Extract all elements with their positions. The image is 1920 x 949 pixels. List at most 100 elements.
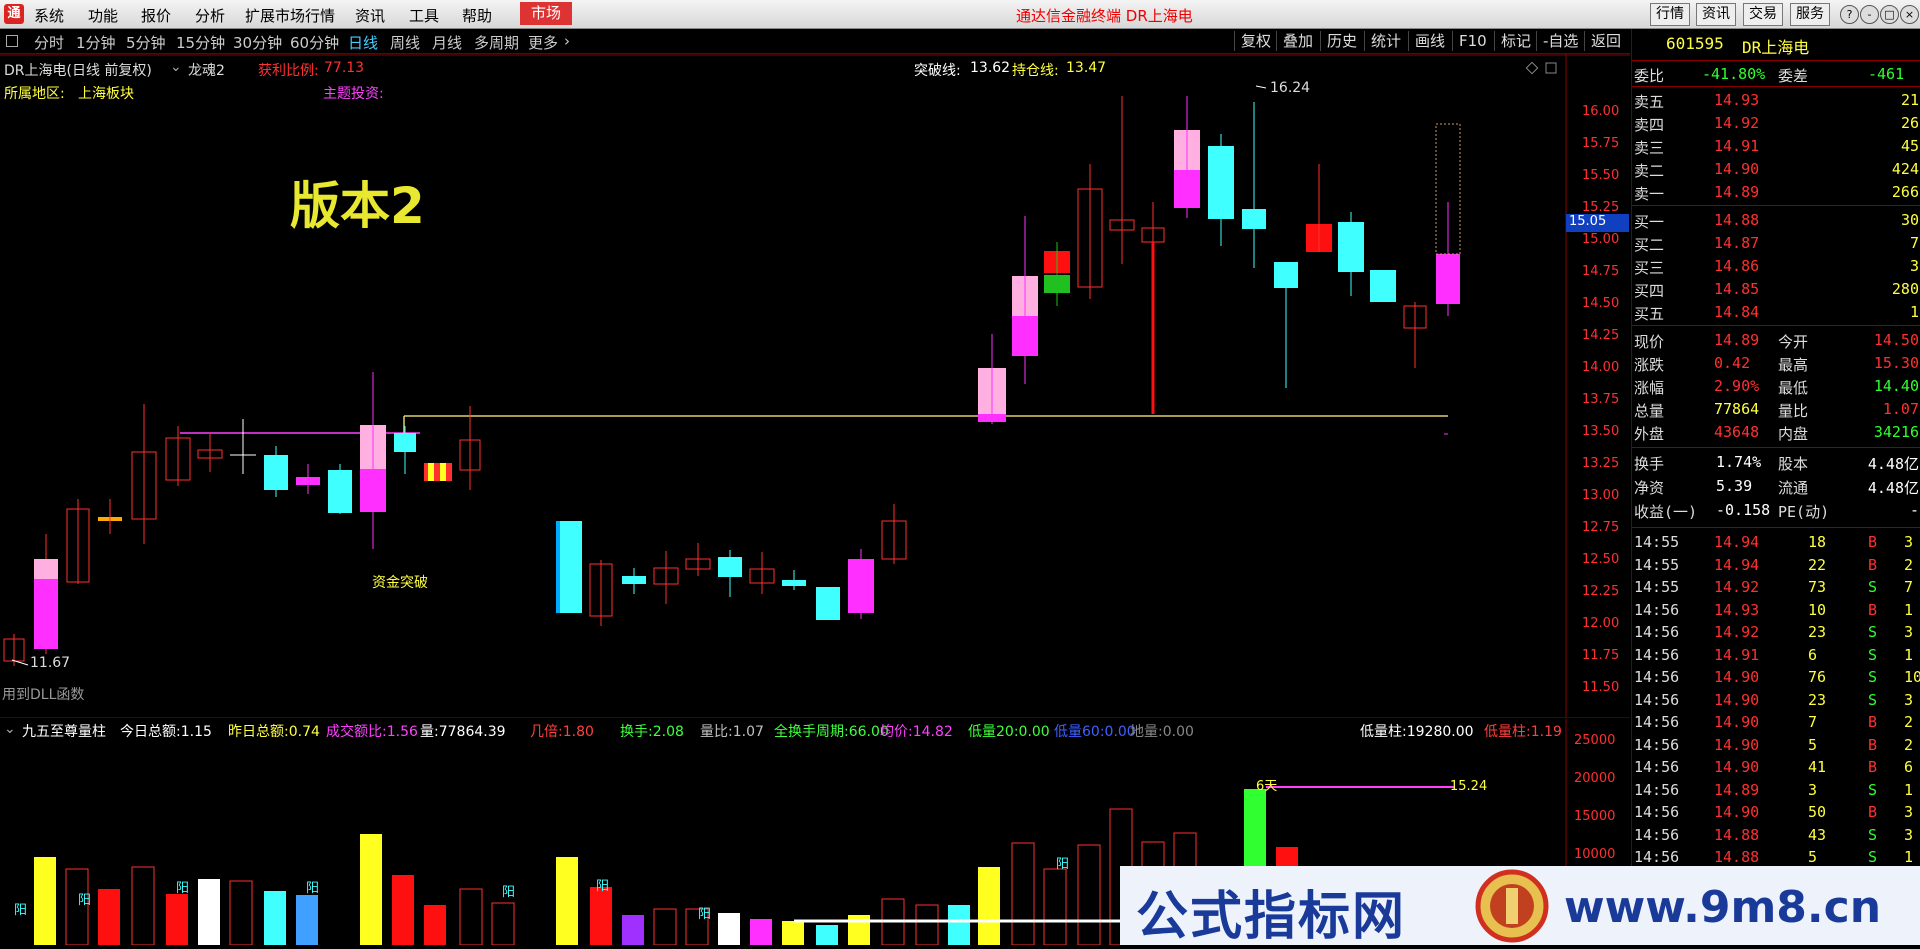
tick-volume: 76: [1808, 668, 1827, 686]
formula-chevron-icon[interactable]: ⌄: [170, 59, 182, 75]
price-tick: 11.50: [1582, 680, 1620, 695]
period-tab-30min[interactable]: 30分钟: [233, 32, 282, 53]
stat-label: 换手: [1634, 455, 1665, 473]
bid-price: 14.85: [1714, 280, 1760, 298]
volume-tick: 10000: [1574, 847, 1616, 862]
tick-side: B: [1868, 713, 1878, 731]
period-tab-fenshi[interactable]: 分时: [34, 32, 64, 53]
breakout-value: 13.62: [970, 60, 1011, 76]
stat-row: 外盘 43648 内盘 34216: [1632, 421, 1920, 443]
market-button[interactable]: 市场: [520, 2, 572, 25]
menu-item-news[interactable]: 资讯: [355, 5, 385, 26]
menu-item-analysis[interactable]: 分析: [195, 5, 225, 26]
help-icon[interactable]: ?: [1840, 5, 1859, 24]
bid-volume: 280: [1891, 280, 1919, 298]
self-select-button[interactable]: -自选: [1536, 31, 1584, 51]
bid-price: 14.88: [1714, 211, 1760, 229]
stat-row: 总量 77864 量比 1.07: [1632, 398, 1920, 420]
volume-bar: [296, 895, 318, 945]
volume-bar: [166, 894, 188, 945]
history-button[interactable]: 历史: [1320, 31, 1363, 51]
statistics-button[interactable]: 统计: [1364, 31, 1407, 51]
period-tab-60min[interactable]: 60分钟: [290, 32, 339, 53]
ask-volume: 45: [1900, 137, 1919, 155]
more-chevron-icon[interactable]: ›: [564, 32, 570, 50]
bid-price: 14.86: [1714, 257, 1760, 275]
period-tab-weekly[interactable]: 周线: [390, 32, 420, 53]
panel-toggle-icon[interactable]: [6, 35, 18, 47]
overlay-button[interactable]: 叠加: [1276, 31, 1319, 51]
tick-price: 14.90: [1714, 803, 1760, 821]
current-price-marker: 15.05: [1566, 214, 1629, 232]
tick-volume: 10: [1808, 600, 1827, 619]
tick-volume: 50: [1808, 803, 1827, 821]
back-button[interactable]: 返回: [1584, 31, 1627, 51]
trade-button[interactable]: 交易: [1743, 3, 1783, 26]
period-tab-15min[interactable]: 15分钟: [176, 32, 225, 53]
tick-price: 14.90: [1714, 668, 1760, 686]
period-tab-daily[interactable]: 日线: [348, 32, 378, 53]
menu-item-tools[interactable]: 工具: [409, 5, 439, 26]
stat-row: 现价 14.89 今开 14.50: [1632, 329, 1920, 351]
tick-count: 6: [1904, 758, 1914, 776]
stock-name: DR上海电: [1742, 38, 1810, 57]
restore-rights-button[interactable]: 复权: [1234, 31, 1277, 51]
draw-line-button[interactable]: 画线: [1408, 31, 1451, 51]
kline-chart-area[interactable]: DR上海电(日线 前复权) ⌄ 龙魂2 获利比例: 77.13 突破线: 13.…: [0, 54, 1630, 718]
news-button[interactable]: 资讯: [1696, 3, 1736, 26]
bid-row: 买三 14.86 3: [1632, 255, 1920, 277]
price-tick: 13.25: [1582, 456, 1620, 471]
price-tick: 14.50: [1582, 296, 1620, 311]
price-tick: 11.75: [1582, 648, 1620, 663]
stat-value: 15.30: [1873, 354, 1919, 372]
tick-count: 7: [1904, 578, 1914, 596]
region-value: 上海板块: [78, 86, 134, 102]
kline-svg: [0, 54, 1630, 718]
tick-time: 14:56: [1634, 623, 1680, 641]
tick-count: 1: [1904, 600, 1914, 619]
price-tick: 16.00: [1582, 104, 1620, 119]
quote-button[interactable]: 行情: [1650, 3, 1690, 26]
ask-label: 卖二: [1634, 162, 1665, 180]
weicha-label: 委差: [1778, 67, 1809, 85]
menu-item-quote[interactable]: 报价: [141, 5, 171, 26]
mark-button[interactable]: 标记: [1494, 31, 1537, 51]
menu-item-system[interactable]: 系统: [34, 5, 64, 26]
period-tab-1min[interactable]: 1分钟: [76, 32, 116, 53]
bid-row: 买一 14.88 30: [1632, 209, 1920, 231]
tick-price: 14.89: [1714, 780, 1760, 799]
tick-row: 14:55 14.94 18 B 3: [1632, 531, 1920, 553]
period-tab-multi[interactable]: 多周期: [474, 32, 519, 53]
tick-volume: 3: [1808, 780, 1818, 799]
minimize-icon[interactable]: -: [1860, 5, 1879, 24]
menu-item-function[interactable]: 功能: [88, 5, 118, 26]
volume-bar: [1011, 842, 1035, 945]
period-tab-5min[interactable]: 5分钟: [126, 32, 166, 53]
tick-side: S: [1868, 623, 1878, 641]
candles-right: [978, 96, 1461, 435]
hold-label: 持仓线:: [1012, 63, 1059, 79]
maximize-icon[interactable]: □: [1880, 5, 1899, 24]
service-button[interactable]: 服务: [1790, 3, 1830, 26]
ask-label: 卖三: [1634, 139, 1665, 157]
stat-value: 4.48亿: [1867, 455, 1919, 473]
formula-name[interactable]: 龙魂2: [188, 60, 225, 80]
tick-side: S: [1868, 690, 1878, 709]
stat-value: 14.50: [1873, 331, 1919, 349]
stat-row: 涨跌 0.42 最高 15.30: [1632, 352, 1920, 374]
tick-side: B: [1868, 758, 1878, 776]
menu-item-help[interactable]: 帮助: [462, 5, 492, 26]
ask-volume: 26: [1900, 114, 1919, 132]
tick-count: 3: [1904, 623, 1914, 641]
period-tab-monthly[interactable]: 月线: [432, 32, 462, 53]
f10-button[interactable]: F10: [1452, 31, 1493, 51]
menu-item-ext-market[interactable]: 扩展市场行情: [245, 5, 335, 26]
period-tab-more[interactable]: 更多: [528, 32, 558, 53]
close-icon[interactable]: ×: [1900, 5, 1919, 24]
tick-time: 14:56: [1634, 758, 1680, 776]
tick-row: 14:56 14.90 50 B 3: [1632, 801, 1920, 823]
ask-row: 卖一 14.89 266: [1632, 181, 1920, 203]
stat-label: 最低: [1778, 379, 1809, 397]
high-arrow: [1255, 85, 1267, 89]
tick-side: S: [1868, 668, 1878, 686]
